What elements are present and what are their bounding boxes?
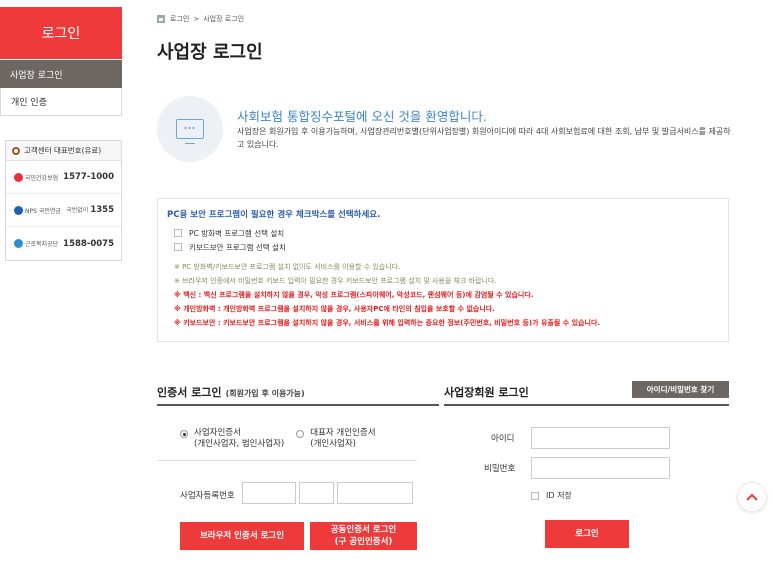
chevron-up-icon <box>746 493 758 501</box>
sidebar-item-business-login[interactable]: 사업장 로그인 <box>0 60 122 88</box>
id-input[interactable] <box>531 427 670 449</box>
member-login-divider <box>444 404 729 406</box>
sidebar: 로그인 사업장 로그인 개인 인증 <box>0 0 122 116</box>
comwel-logo-icon <box>14 239 23 248</box>
breadcrumb-item-business-login[interactable]: 사업장 로그인 <box>203 14 244 24</box>
comwel-phone-number: 1588-0075 <box>63 238 114 249</box>
representative-cert-radio-line1: 대표자 개인인증서 <box>310 428 376 438</box>
security-warning: ※ 백신 : 백신 프로그램을 설치하지 않을 경우, 악성 프로그램(스파이웨… <box>174 291 534 299</box>
nps-logo-icon <box>14 205 23 215</box>
representative-cert-radio-label: 대표자 개인인증서 (개인사업자) <box>310 428 375 450</box>
member-login-button[interactable]: 로그인 <box>545 520 629 548</box>
breadcrumb-item-login[interactable]: 로그인 <box>170 14 189 24</box>
business-cert-radio-line2: (개인사업자, 법인사업자) <box>194 439 285 449</box>
member-login-title: 사업장회원 로그인 <box>444 386 529 399</box>
id-save-checkbox[interactable] <box>531 491 539 500</box>
biz-number-input-3[interactable] <box>337 482 413 504</box>
keyboard-security-checkbox[interactable] <box>174 243 182 251</box>
sidebar-item-personal-auth[interactable]: 개인 인증 <box>0 88 122 116</box>
biz-number-input-1[interactable] <box>242 482 296 504</box>
cert-login-title-text: 인증서 로그인 <box>157 386 222 399</box>
security-note: ※ PC 방화벽/키보드보안 프로그램 설치 없이도 서비스를 이용할 수 있습… <box>174 263 401 271</box>
nhis-phone-number: 1577-1000 <box>63 172 114 182</box>
security-note: ※ 브라우저 인증에서 비밀번호 키보드 입력이 필요한 경우 키보드보안 프로… <box>174 277 497 285</box>
nhis-logo: 국민건강보험 <box>14 172 59 182</box>
business-cert-radio-button[interactable] <box>180 430 188 438</box>
password-label: 비밀번호 <box>484 464 516 474</box>
customer-center-row: NPS 국민연금 국번없이 1355 <box>6 194 121 227</box>
page-title: 사업장 로그인 <box>157 42 263 63</box>
representative-cert-radio-line2: (개인사업자) <box>310 439 356 449</box>
cert-login-title: 인증서 로그인 (회원가입 후 이용가능) <box>157 384 305 400</box>
security-program-box: PC용 보안 프로그램이 필요한 경우 체크박스를 선택하세요. PC 방화벽 … <box>157 198 729 342</box>
representative-cert-radio[interactable]: 대표자 개인인증서 (개인사업자) <box>296 428 376 450</box>
security-warning: ※ 개인방화벽 : 개인방화벽 프로그램을 설치하지 않을 경우, 사용자PC에… <box>174 305 495 313</box>
home-icon[interactable] <box>157 15 165 23</box>
nhis-logo-icon <box>14 172 23 182</box>
id-save-option[interactable]: ID 저장 <box>531 490 572 501</box>
cert-login-divider <box>157 404 439 406</box>
breadcrumb: 로그인 > 사업장 로그인 <box>157 14 244 24</box>
cert-type-radio-group: 사업자인증서 (개인사업자, 법인사업자) 대표자 개인인증서 (개인사업자) <box>180 428 388 450</box>
browser-cert-login-button[interactable]: 브라우저 인증서 로그인 <box>180 522 304 550</box>
security-title: PC용 보안 프로그램이 필요한 경우 체크박스를 선택하세요. <box>167 210 381 220</box>
security-warning: ※ 키보드보안 : 키보드보안 프로그램을 설치하지 않을 경우, 서비스를 위… <box>174 319 601 327</box>
business-cert-radio-line1: 사업자인증서 <box>194 428 241 438</box>
firewall-checkbox[interactable] <box>174 229 182 237</box>
sidebar-title: 로그인 <box>0 7 122 59</box>
firewall-option-label: PC 방화벽 프로그램 선택 설치 <box>189 228 285 238</box>
radio-divider <box>157 460 417 461</box>
nps-phone-value: 1355 <box>90 205 114 215</box>
password-input[interactable] <box>531 457 670 479</box>
comwel-logo: 근로복지공단 <box>14 239 58 248</box>
keyboard-security-option[interactable]: 키보드보안 프로그램 선택 설치 <box>167 240 728 254</box>
id-save-label: ID 저장 <box>546 491 572 500</box>
joint-cert-login-button[interactable]: 공동인증서 로그인 (구 공인인증서) <box>310 522 417 550</box>
comwel-logo-text: 근로복지공단 <box>25 241 59 248</box>
id-label: 아이디 <box>491 434 515 444</box>
nps-logo-text: NPS 국민연금 <box>25 207 61 215</box>
nps-phone-prefix: 국번없이 <box>66 207 89 214</box>
breadcrumb-separator: > <box>193 15 200 23</box>
biz-number-input-2[interactable] <box>299 482 334 504</box>
biz-number-label: 사업자등록번호 <box>180 491 235 501</box>
cert-login-subtitle: (회원가입 후 이용가능) <box>225 389 305 398</box>
scroll-top-button[interactable] <box>737 482 767 512</box>
nhis-logo-text: 국민건강보험 <box>25 174 59 182</box>
representative-cert-radio-button[interactable] <box>296 430 305 438</box>
customer-center-title: 고객센터 대표번호(유료) <box>6 141 121 161</box>
keyboard-security-option-label: 키보드보안 프로그램 선택 설치 <box>189 242 286 252</box>
firewall-option[interactable]: PC 방화벽 프로그램 선택 설치 <box>167 226 728 240</box>
nps-phone-number: 국번없이 1355 <box>66 205 114 215</box>
welcome-title: 사회보험 통합징수포털에 오신 것을 환영합니다. <box>237 109 487 124</box>
joint-cert-login-line2: (구 공인인증서) <box>334 537 393 547</box>
find-id-password-button[interactable]: 아이디/비밀번호 찾기 <box>632 381 729 398</box>
security-notes: ※ PC 방화벽/키보드보안 프로그램 설치 없이도 서비스를 이용할 수 있습… <box>167 260 728 330</box>
customer-center-row: 국민건강보험 1577-1000 <box>6 161 121 194</box>
headset-icon <box>12 146 20 155</box>
customer-center-row: 근로복지공단 1588-0075 <box>6 227 121 260</box>
business-cert-radio-label: 사업자인증서 (개인사업자, 법인사업자) <box>194 428 284 450</box>
nps-logo: NPS 국민연금 <box>14 205 61 215</box>
monitor-screen: *** <box>176 119 204 144</box>
welcome-description: 사업장은 회원가입 후 이용가능하며, 사업장관리번호별(단위사업장별) 회원아… <box>237 127 731 149</box>
customer-center-box: 고객센터 대표번호(유료) 국민건강보험 1577-1000 NPS 국민연금 … <box>5 140 122 261</box>
joint-cert-login-line1: 공동인증서 로그인 <box>330 525 397 535</box>
customer-center-title-text: 고객센터 대표번호(유료) <box>24 146 102 155</box>
business-cert-radio[interactable]: 사업자인증서 (개인사업자, 법인사업자) <box>180 428 284 450</box>
monitor-icon: *** <box>157 96 223 162</box>
